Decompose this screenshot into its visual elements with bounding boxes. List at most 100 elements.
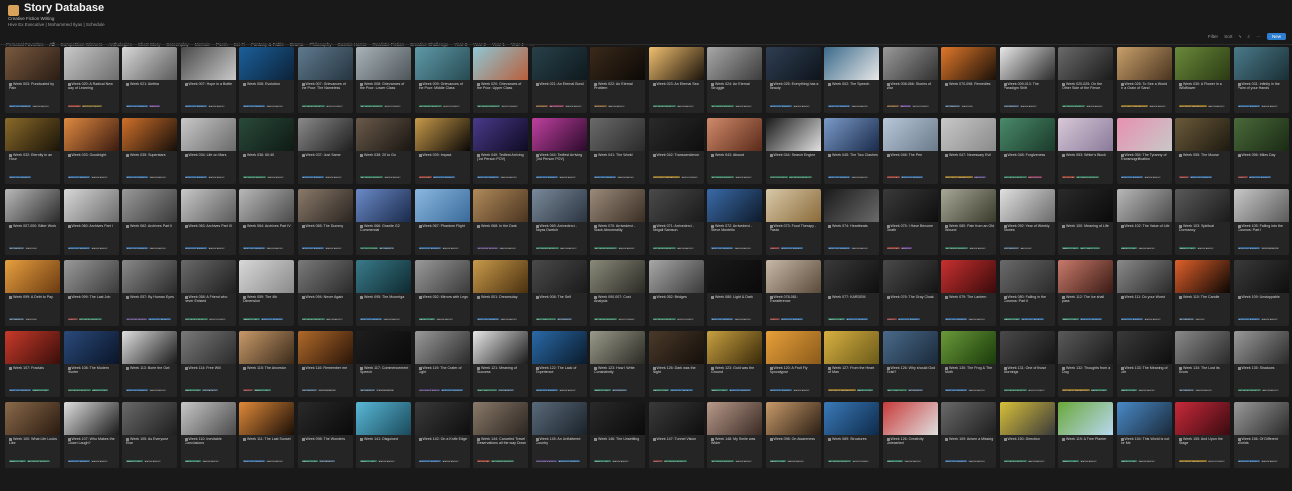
gallery-card[interactable]: Week 024: An Eternal Struggle Realistic F… (707, 47, 762, 113)
gallery-card[interactable]: Week 099: The Last Job Crime Realistic Fic… (63, 260, 119, 326)
gallery-card[interactable]: Week 105: As Everyone Else Philosophy Shor… (122, 402, 177, 468)
gallery-card[interactable]: Week 141: Disguised Philosophy Short Story (356, 402, 411, 468)
gallery-card[interactable]: Week 156: Of Different Worlds Science Fic… (1233, 402, 1289, 468)
gallery-card[interactable]: Week 008: Evolution Science Fiction Short … (239, 47, 294, 113)
gallery-card[interactable]: Week 154: This World is not for Me Philos… (1116, 402, 1172, 468)
gallery-card[interactable]: Week 132: Thoughts from a Dog Creative Ch… (1058, 331, 1113, 397)
gallery-card[interactable]: Week 052: Mirrors with Legs Philosophy Sho… (414, 260, 470, 326)
gallery-card[interactable]: Week 144: Canceled Travel Reservations a… (473, 402, 528, 468)
gallery-card[interactable]: Week 080: Pain from an Old Wound Realisti… (941, 189, 996, 255)
gallery-card[interactable]: Week 068: In the Dark Cosmic Horror Short … (473, 189, 528, 255)
gallery-card[interactable]: Week 048: Forgiveness Realistic Fiction Ro… (999, 118, 1055, 184)
gallery-card[interactable]: Week 059: The 4th Dimension Philosophy Sci… (239, 260, 294, 326)
gallery-card[interactable]: Week 100: What Life Looks Like Philosophy… (5, 402, 60, 468)
gallery-card[interactable]: Week 110: The Candle Nonfiction Poem (1175, 260, 1230, 326)
gallery-card[interactable]: Week 073: Food Therapy - Pasta Crime Scien… (765, 189, 821, 255)
gallery-card[interactable]: Week 003: Punctuated by Pain Science Fict… (5, 47, 60, 113)
gallery-card[interactable]: Week 107: Fractals Science Fiction Philoso… (5, 331, 60, 397)
gallery-card[interactable]: Week 072: Arrivederci - Steve Montello Sc… (707, 189, 762, 255)
gallery-card[interactable]: Week 054: The Tyranny of Transmogrificat… (1116, 118, 1172, 184)
gallery-card[interactable]: Week 095: The Moonriga Science Fiction Sho… (356, 260, 411, 326)
gallery-card[interactable]: Week 021: Alethia Science FictionDramaSho… (122, 47, 177, 113)
gallery-card[interactable]: Week 033: Goodnight Science Fiction Short … (63, 118, 119, 184)
gallery-card[interactable]: Week 038: 20 to Go Realistic Fiction Short… (356, 118, 411, 184)
gallery-card[interactable]: Week 133: The Meaning of Life Philosophy S… (1116, 331, 1172, 397)
gallery-card[interactable]: Week 067: Phantom Flight Science Fiction S… (414, 189, 470, 255)
gallery-card[interactable]: Week 100: Meaning of Life Philosophy The O… (1058, 189, 1113, 255)
gallery-card[interactable]: Week 076: The Gray Cloak Crime Science Fic… (882, 260, 938, 326)
gallery-card[interactable]: Week 122: The Lack of Experience Science … (531, 331, 587, 397)
gallery-card[interactable]: Week 115: The Ancestor Crime Philosophy (239, 331, 294, 397)
gallery-card[interactable]: Week 057: By Human Eyes Cosmic Horror Scie… (122, 260, 177, 326)
gallery-card[interactable]: Week 045: The Two Clashes Science Fiction… (824, 118, 879, 184)
gallery-card[interactable]: Week 070: Arrivederci - Slack Abnormalit… (590, 189, 645, 255)
gallery-card[interactable]: Week 075: I Have Become Death Comedy Drama (882, 189, 938, 255)
gallery-card[interactable]: Week 077: KARDEM Philosophy Science Fictio… (824, 260, 879, 326)
gallery-card[interactable]: Week 079: The Lantern Science Fiction Shor… (941, 260, 996, 326)
gallery-card[interactable]: Week 074: Heartbeats Science Fiction Short… (824, 189, 879, 255)
gallery-card[interactable]: Week 063: Archives Part III Science Ficti… (180, 189, 236, 255)
gallery-card[interactable]: Week 150: Direction Realistic Fiction Shor… (999, 402, 1055, 468)
gallery-card[interactable]: Week 155: And Upon the Stage Creative Cha… (1175, 402, 1230, 468)
gallery-card[interactable]: Week 025: Everything has a Beauty Science… (765, 47, 821, 113)
more-icon[interactable]: ··· (1256, 34, 1261, 39)
gallery-card[interactable]: Week 126: Dark was the Night Philosophy Sc… (648, 331, 704, 397)
gallery-card[interactable]: Week 009: Grievances of the Poor: Middle… (414, 47, 470, 113)
gallery-card[interactable]: Week 056: Miles Day Crime Science Fiction (1233, 118, 1289, 184)
gallery-card[interactable]: Week 116: Remember me Nonfiction Unsplashe… (297, 331, 353, 397)
gallery-card[interactable]: Week 037: Just Same Science Fiction Short … (297, 118, 353, 184)
sort-button[interactable]: Sort (1224, 34, 1232, 39)
gallery-card[interactable]: Week 099: A Debt to Pay Nonfiction Memoir (5, 260, 60, 326)
gallery-card[interactable]: Week 130: The Frog & The Moth Science Fic… (941, 331, 996, 397)
gallery-card[interactable]: Week 123: Gold was the Ground Philosophy S… (707, 331, 762, 397)
gallery-card[interactable]: Week 021: An Eternal Bond Fantasy Romance S… (531, 47, 587, 113)
gallery-card[interactable]: Week 089: Structures Realistic Fiction Scr… (824, 402, 879, 468)
gallery-card[interactable]: Week 094: Never Again Realistic Fiction Sh… (297, 260, 353, 326)
gallery-card[interactable]: Week 044: Search Engine Commercial Realist… (765, 118, 821, 184)
filter-button[interactable]: Filter (1208, 34, 1218, 39)
gallery-card[interactable]: Week 109: Unstoppable Science Fiction Shor… (1233, 260, 1289, 326)
gallery-card[interactable]: Week 103: Spiritual Dormancy Philosophy Sh… (1175, 189, 1230, 255)
gallery-card[interactable]: Week 092: Year of Weekly Stories Nonficti… (999, 189, 1055, 255)
gallery-card[interactable]: Week 031: Infinity in the Palm of your H… (1233, 47, 1289, 113)
gallery-card[interactable]: Week 107: Who Makes the Clown Laugh? Scie… (63, 402, 119, 468)
gallery-card[interactable]: Week 131: One of those Mornings Realistic… (999, 331, 1055, 397)
gallery-card[interactable]: Week 066: Granite G2 Commercial Commercia… (356, 189, 411, 255)
gallery-card[interactable]: Week 065: The Dummy Science Fiction Short … (297, 189, 353, 255)
gallery-card[interactable]: Week 102: The Value of Life Philosophy Sho… (1116, 189, 1172, 255)
gallery-card[interactable]: Week 007: Grievances of the Poor: The Na… (297, 47, 353, 113)
gallery-card[interactable]: Week 022: An Eternal Problem Fantasy Short… (590, 47, 645, 113)
gallery-card[interactable]: Week 146: The Unsettling Philosophy Short … (590, 402, 645, 468)
gallery-card[interactable]: Week 109: Arisen a Missing Science Fictio… (941, 402, 996, 468)
gallery-card[interactable]: Week 111: The Last Sunset Science Fiction… (239, 402, 294, 468)
gallery-card[interactable]: Week 142: On a Knife Edge Science Fiction… (414, 402, 470, 468)
gallery-card[interactable]: Week 111: Do your Worst Science Fiction Sh… (1116, 260, 1172, 326)
gallery-card[interactable]: Week 064: Archives Part IV Science Fictio… (239, 189, 294, 255)
gallery-card[interactable]: Week 148: My Smile was Wider Realistic Fi… (707, 402, 762, 468)
gallery-card[interactable]: Week 062: Archives Part II Science Fictio… (122, 189, 177, 255)
gallery-card[interactable]: Week 058: A Friend who never Existed Real… (180, 260, 236, 326)
gallery-card[interactable]: Week 070-098: Remedies Nonfiction Memoir (941, 47, 996, 113)
gallery-card[interactable]: Week 007: Hope in a Bottle Science Fictio… (180, 47, 236, 113)
gallery-card[interactable]: Week 052: Bridges Realistic Fiction Screen… (648, 260, 704, 326)
gallery-card[interactable]: Week 119: A Tree Planter Philosophy Short … (1058, 402, 1113, 468)
gallery-card[interactable]: Week 145: An Unflattered Country Cosmic H… (531, 402, 587, 468)
gallery-card[interactable]: Week 008-066: Stories of War Fantasy Drama… (882, 47, 938, 113)
gallery-card[interactable]: Week 098: On Awareness Philosophy Short St… (765, 402, 821, 468)
gallery-card[interactable]: Week 090-007: Cost Analysis Realistic Fic… (590, 260, 645, 326)
gallery-card[interactable]: Week 008: Grievances of the Poor: Lower … (356, 47, 411, 113)
gallery-card[interactable]: Week 112: The Ice shall pass Philosophy Sc… (1058, 260, 1113, 326)
gallery-card[interactable]: Week 105: Falling into the Cosmos: Part … (1233, 189, 1289, 255)
search-icon[interactable]: ⌕ (1247, 34, 1250, 39)
gallery-card[interactable]: Week 020: Grievances of the Poor: Upper … (473, 47, 528, 113)
gallery-card[interactable]: Week 127: From the Heart of Man Creative … (824, 331, 879, 397)
gallery-card[interactable]: Week 071: Arrivederci - Abigail Samson Re… (648, 189, 704, 255)
gallery-card[interactable]: Week 008: The Self The Observer Nonfiction (531, 260, 587, 326)
gallery-card[interactable]: Week 032: Eternity in an Hour Science Fic… (5, 118, 60, 184)
gallery-card[interactable]: Week 046: The Pen ComedyScience FictionSc… (882, 118, 938, 184)
gallery-card[interactable]: Week 009-013: The Paradigm Shift Nonficti… (999, 47, 1055, 113)
gallery-card[interactable]: Week 007-000: Bitter Work Nonfiction Memoi… (5, 189, 60, 255)
gallery-card[interactable]: Week 080: Falling in the Cosmos: Part II… (999, 260, 1055, 326)
gallery-card[interactable]: Week 078-081: Transference Crime Science F… (765, 260, 821, 326)
gallery-card[interactable]: Week 020: A Radical New way of Learning C… (63, 47, 119, 113)
